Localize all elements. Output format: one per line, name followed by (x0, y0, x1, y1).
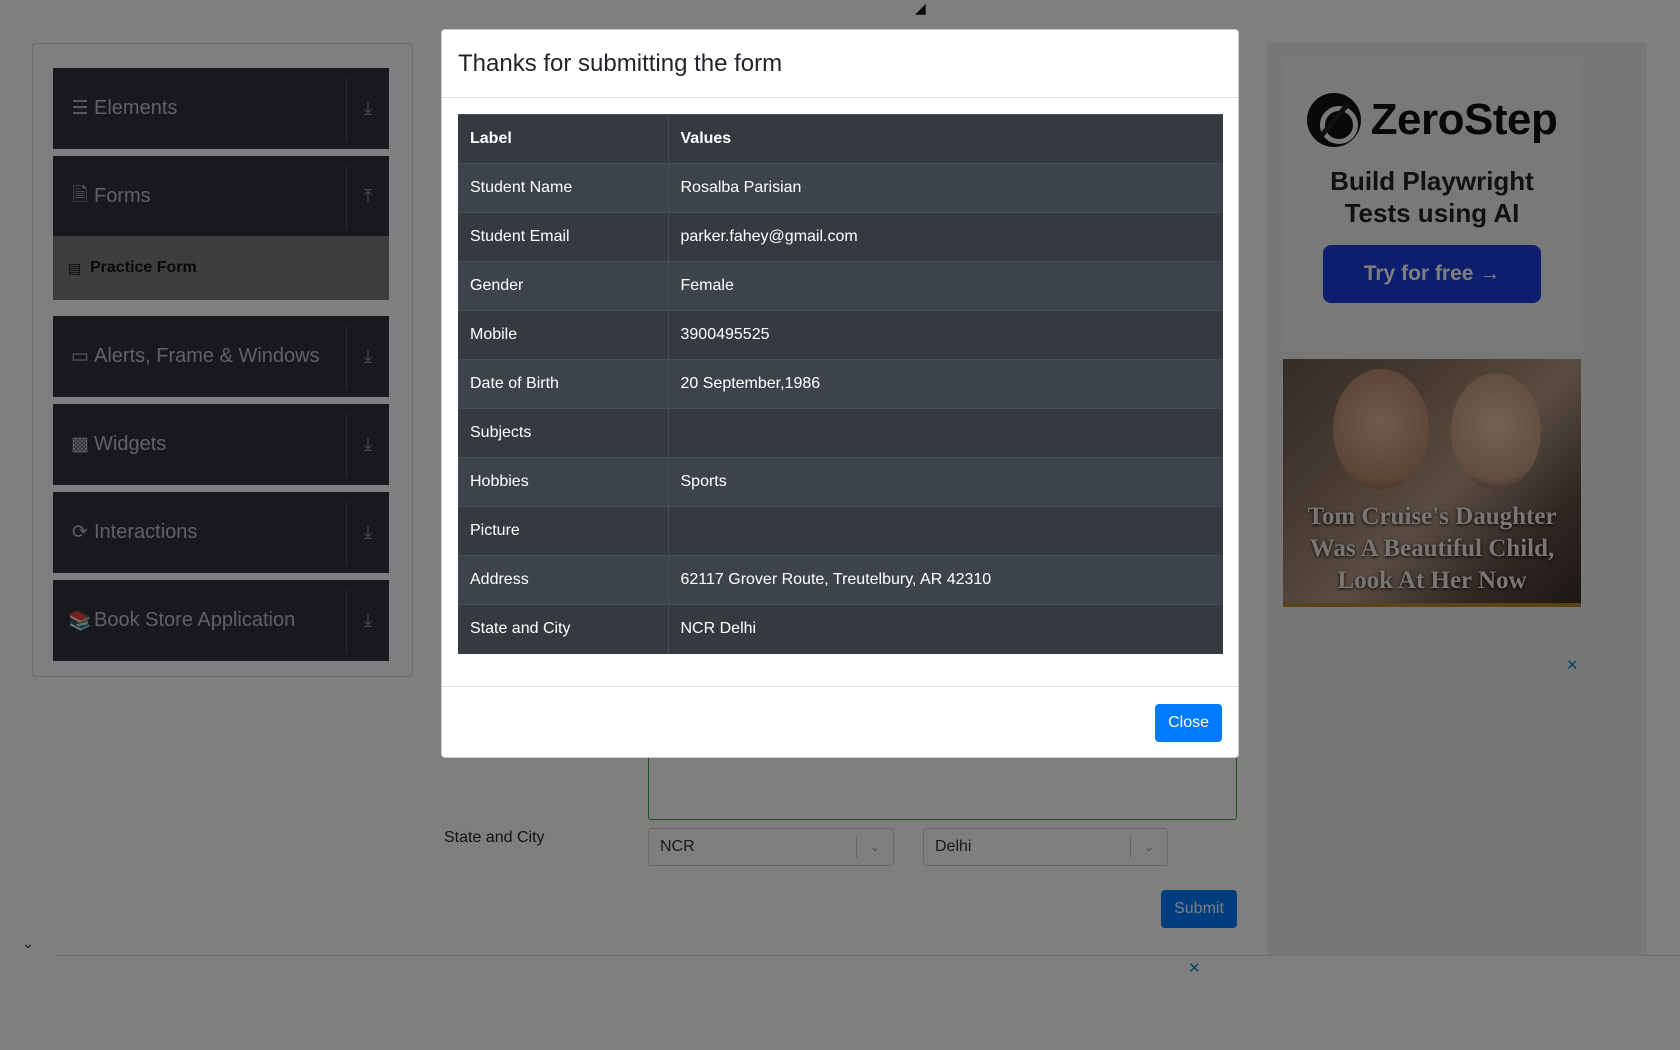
row-label: Gender (458, 261, 669, 311)
row-value: NCR Delhi (668, 604, 1223, 654)
row-label: Address (458, 555, 669, 605)
row-label: Student Email (458, 212, 669, 262)
row-value: 20 September,1986 (668, 359, 1223, 409)
row-value: parker.fahey@gmail.com (668, 212, 1223, 262)
row-value: Rosalba Parisian (668, 163, 1223, 213)
row-label: Mobile (458, 310, 669, 360)
table-row: Gender Female (458, 261, 1223, 311)
table-row: Picture (458, 506, 1223, 556)
table-row: Student Name Rosalba Parisian (458, 163, 1223, 213)
row-value: 62117 Grover Route, Treutelbury, AR 4231… (668, 555, 1223, 605)
row-label: Hobbies (458, 457, 669, 507)
table-row: Address 62117 Grover Route, Treutelbury, … (458, 555, 1223, 605)
submission-table: Label Values Student Name Rosalba Parisia… (458, 114, 1223, 654)
column-header: Label (458, 114, 669, 164)
table-row: Hobbies Sports (458, 457, 1223, 507)
row-label: Picture (458, 506, 669, 556)
submission-modal: Thanks for submitting the form Label Val… (441, 29, 1239, 758)
modal-title: Thanks for submitting the form (458, 49, 783, 77)
row-value: Sports (668, 457, 1223, 507)
row-value: Female (668, 261, 1223, 311)
row-label: Subjects (458, 408, 669, 458)
table-row: State and City NCR Delhi (458, 604, 1223, 654)
row-label: Date of Birth (458, 359, 669, 409)
row-value: 3900495525 (668, 310, 1223, 360)
table-row: Student Email parker.fahey@gmail.com (458, 212, 1223, 262)
close-button[interactable]: Close (1155, 703, 1222, 742)
modal-footer: Close (442, 686, 1238, 758)
table-row: Subjects (458, 408, 1223, 458)
row-label: State and City (458, 604, 669, 654)
modal-header: Thanks for submitting the form (442, 30, 1238, 98)
table-row: Mobile 3900495525 (458, 310, 1223, 360)
column-header: Values (668, 114, 1223, 164)
table-row: Date of Birth 20 September,1986 (458, 359, 1223, 409)
modal-body: Label Values Student Name Rosalba Parisia… (442, 98, 1238, 654)
row-value (668, 408, 1223, 458)
table-header-row: Label Values (458, 114, 1223, 164)
row-value (668, 506, 1223, 556)
row-label: Student Name (458, 163, 669, 213)
